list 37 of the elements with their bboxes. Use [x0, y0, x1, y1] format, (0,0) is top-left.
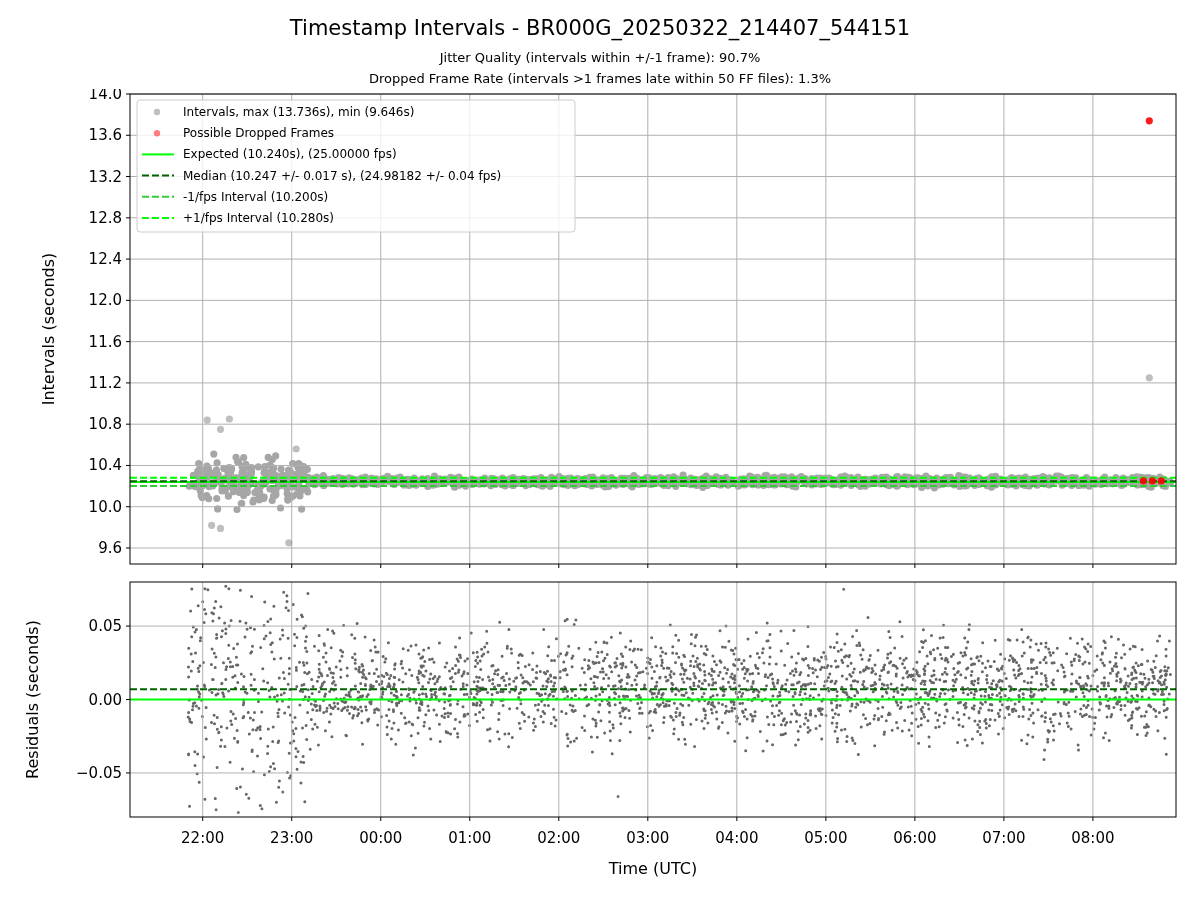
x-tick-label: 00:00 — [359, 829, 403, 847]
x-tick-label: 06:00 — [893, 829, 937, 847]
x-tick-label: 23:00 — [270, 829, 314, 847]
y-tick-label: 11.2 — [88, 373, 122, 392]
chart-subtitle: Dropped Frame Rate (intervals >1 frames late within 50 FF files): 1.3% — [368, 70, 832, 88]
x-tick-label: 08:00 — [1071, 829, 1115, 847]
x-tick-label: 07:00 — [982, 829, 1026, 847]
y-tick-label: 10.0 — [88, 497, 122, 516]
y-tick-label: 10.4 — [88, 456, 122, 475]
y-tick-label: 12.0 — [88, 291, 122, 310]
y-axis-label: Residuals (seconds) — [23, 620, 42, 779]
y-tick-label: 0.00 — [88, 690, 122, 709]
y-tick-label: 11.6 — [88, 332, 122, 351]
y-tick-label: 13.2 — [88, 167, 122, 186]
x-tick-label: 01:00 — [448, 829, 492, 847]
y-tick-label: 9.6 — [98, 539, 122, 557]
x-tick-label: 02:00 — [537, 829, 581, 847]
legend-label: +1/fps Interval (10.280s) — [183, 211, 334, 225]
x-tick-label: 22:00 — [181, 829, 225, 847]
y-tick-label: 12.4 — [88, 250, 122, 269]
y-axis-label: Intervals (seconds) — [39, 252, 58, 406]
y-tick-label: 0.05 — [88, 617, 122, 636]
x-tick-label: 05:00 — [804, 829, 848, 847]
legend-label: -1/fps Interval (10.200s) — [183, 189, 329, 204]
legend-label: Possible Dropped Frames — [183, 126, 335, 141]
legend-label: Expected (10.240s), (25.00000 fps) — [183, 147, 397, 162]
chart-subtitle: Jitter Quality (intervals within +/-1 frame): 90.7% — [438, 49, 762, 67]
y-tick-label: 13.6 — [88, 126, 122, 145]
x-axis-label: Time (UTC) — [608, 859, 698, 878]
x-tick-label: 03:00 — [626, 829, 670, 847]
y-tick-label: 12.8 — [88, 208, 122, 227]
x-tick-label: 04:00 — [715, 829, 759, 847]
y-tick-label: −0.05 — [76, 763, 122, 782]
y-tick-label: 10.8 — [88, 415, 122, 434]
legend-label: Intervals, max (13.736s), min (9.646s) — [183, 105, 415, 119]
chart-title: Timestamp Intervals - BR000G_20250322_214407_544151 — [289, 15, 911, 41]
legend-label: Median (10.247 +/- 0.017 s), (24.98182 +/- 0.04 fps) — [183, 168, 502, 183]
